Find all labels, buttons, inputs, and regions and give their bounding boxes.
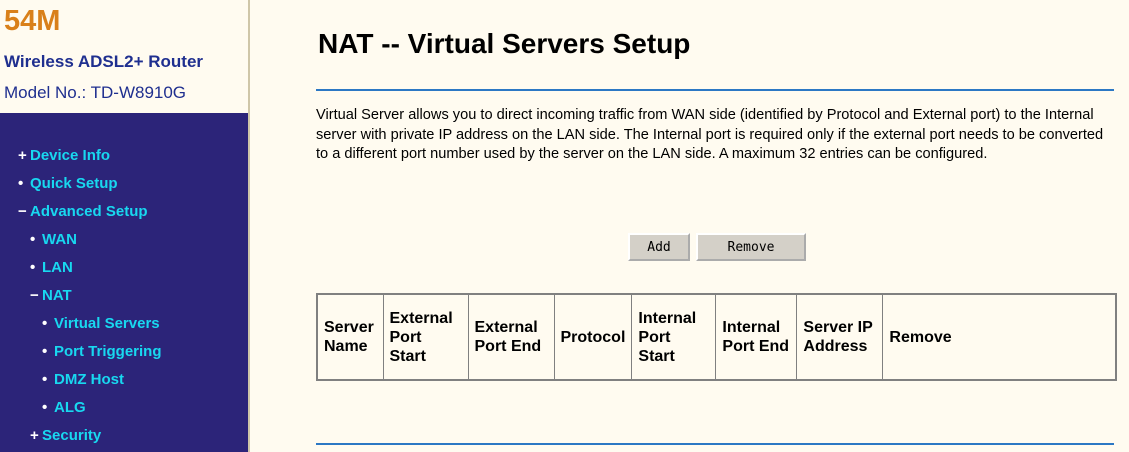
bottom-rule xyxy=(316,443,1114,445)
bullet-icon: • xyxy=(30,231,36,248)
nav-item-label: Quick Setup xyxy=(30,175,118,192)
nav-item-advanced-setup[interactable]: − Advanced Setup xyxy=(18,203,148,221)
nav-item-lan[interactable]: • LAN xyxy=(30,259,73,277)
table-header-row: Server Name External Port Start External… xyxy=(316,293,1117,381)
nav-item-dmz-host[interactable]: • DMZ Host xyxy=(42,371,124,389)
sidebar: 54M Wireless ADSL2+ Router Model No.: TD… xyxy=(0,0,248,452)
bullet-icon: • xyxy=(42,315,48,332)
nav-item-label: NAT xyxy=(42,287,72,304)
top-rule xyxy=(316,89,1114,91)
bullet-icon: • xyxy=(42,371,48,388)
nav-item-label: Port Triggering xyxy=(54,343,162,360)
nav-item-security[interactable]: + Security xyxy=(30,427,101,445)
col-remove: Remove xyxy=(882,293,1117,381)
brand-model: Model No.: TD-W8910G xyxy=(4,83,186,103)
col-server-ip-address: Server IP Address xyxy=(796,293,884,381)
expand-icon: + xyxy=(18,147,27,164)
nav-item-label: Virtual Servers xyxy=(54,315,160,332)
brand-speed: 54M xyxy=(4,5,61,37)
brand-product-name: Wireless ADSL2+ Router xyxy=(4,52,204,71)
nav-item-nat[interactable]: − NAT xyxy=(30,287,72,305)
nav-item-wan[interactable]: • WAN xyxy=(30,231,77,249)
model-value: TD-W8910G xyxy=(90,83,187,102)
sidebar-divider xyxy=(248,0,250,452)
remove-button[interactable]: Remove xyxy=(696,233,806,261)
bullet-icon: • xyxy=(18,175,24,192)
nav-item-virtual-servers[interactable]: • Virtual Servers xyxy=(42,315,160,333)
nav-item-label: Device Info xyxy=(30,147,111,164)
nav-item-port-triggering[interactable]: • Port Triggering xyxy=(42,343,162,361)
nav-item-alg[interactable]: • ALG xyxy=(42,399,86,417)
nav-menu: + Device Info • Quick Setup − Advanced Setu… xyxy=(0,113,248,452)
page-title: NAT -- Virtual Servers Setup xyxy=(318,28,691,59)
nav-item-device-info[interactable]: + Device Info xyxy=(18,147,110,165)
brand-logo: 54M Wireless ADSL2+ Router Model No.: TD… xyxy=(0,0,248,113)
nav-item-label: LAN xyxy=(42,259,73,276)
col-external-port-start: External Port Start xyxy=(382,293,469,381)
col-server-name: Server Name xyxy=(316,293,384,381)
collapse-icon: − xyxy=(18,203,27,220)
bullet-icon: • xyxy=(30,259,36,276)
virtual-servers-table: Server Name External Port Start External… xyxy=(316,293,1117,381)
nav-item-label: Security xyxy=(42,427,102,444)
model-label: Model No.: xyxy=(4,83,91,102)
nav-item-quick-setup[interactable]: • Quick Setup xyxy=(18,175,118,193)
col-protocol: Protocol xyxy=(553,293,633,381)
expand-icon: + xyxy=(30,427,39,444)
nav-item-label: WAN xyxy=(42,231,77,248)
col-external-port-end: External Port End xyxy=(467,293,555,381)
bullet-icon: • xyxy=(42,399,48,416)
nav-item-label: ALG xyxy=(54,399,86,416)
collapse-icon: − xyxy=(30,287,39,304)
col-internal-port-end: Internal Port End xyxy=(715,293,798,381)
add-button[interactable]: Add xyxy=(628,233,690,261)
bullet-icon: • xyxy=(42,343,48,360)
page-description: Virtual Server allows you to direct inco… xyxy=(316,107,1104,162)
nav-item-label: Advanced Setup xyxy=(30,203,148,220)
nav-item-label: DMZ Host xyxy=(54,371,124,388)
col-internal-port-start: Internal Port Start xyxy=(631,293,717,381)
